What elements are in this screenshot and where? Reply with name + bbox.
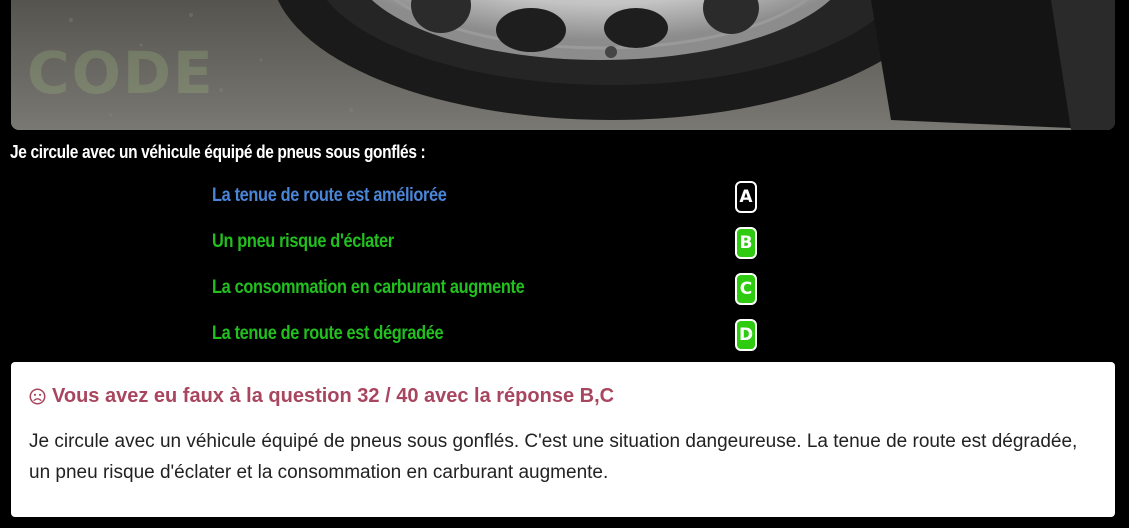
result-title-text: Vous avez eu faux à la question 32 / 40 … bbox=[52, 384, 615, 407]
answer-option-d[interactable]: La tenue de route est dégradée D bbox=[212, 319, 772, 351]
answer-key-d[interactable]: D bbox=[735, 319, 757, 351]
answer-option-b[interactable]: Un pneu risque d'éclater B bbox=[212, 227, 772, 259]
answer-label: La consommation en carburant augmente bbox=[212, 277, 525, 298]
answer-key-b[interactable]: B bbox=[735, 227, 757, 259]
quiz-page: CODE Je circule avec un véhicule équipé … bbox=[0, 0, 1129, 528]
result-title: Vous avez eu faux à la question 32 / 40 … bbox=[29, 382, 1097, 410]
answer-option-a[interactable]: La tenue de route est améliorée A bbox=[212, 181, 772, 213]
answer-label: La tenue de route est améliorée bbox=[212, 185, 447, 206]
sad-face-icon bbox=[29, 388, 46, 404]
answer-option-c[interactable]: La consommation en carburant augmente C bbox=[212, 273, 772, 305]
question-text: Je circule avec un véhicule équipé de pn… bbox=[10, 142, 426, 162]
answer-key-c[interactable]: C bbox=[735, 273, 757, 305]
watermark-logo: CODE bbox=[27, 39, 215, 107]
question-photo: CODE bbox=[11, 0, 1115, 130]
result-panel: Vous avez eu faux à la question 32 / 40 … bbox=[11, 362, 1115, 517]
result-explanation: Je circule avec un véhicule équipé de pn… bbox=[29, 431, 1078, 483]
answer-key-a[interactable]: A bbox=[735, 181, 757, 213]
answer-label: Un pneu risque d'éclater bbox=[212, 231, 394, 252]
answer-label: La tenue de route est dégradée bbox=[212, 323, 444, 344]
